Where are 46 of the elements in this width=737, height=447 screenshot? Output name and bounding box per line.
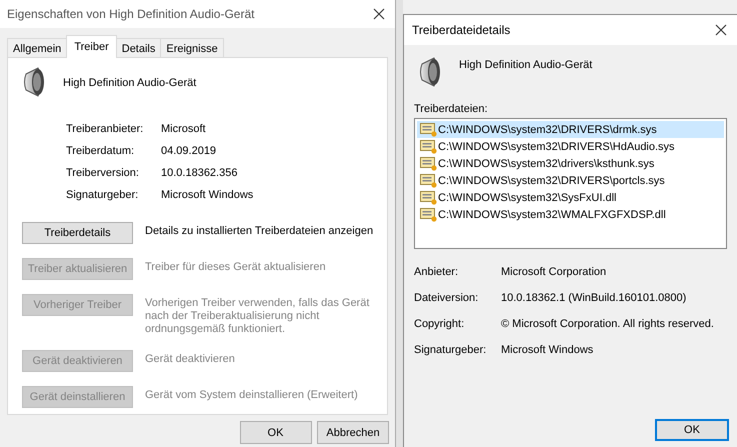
file-path[interactable]: C:\WINDOWS\system32\DRIVERS\portcls.sys bbox=[438, 174, 665, 188]
info-label: Anbieter: bbox=[414, 265, 460, 279]
device-name: High Definition Audio-Gerät bbox=[459, 58, 592, 72]
info-value: Microsoft bbox=[161, 122, 207, 136]
info-value: 10.0.18362.356 bbox=[161, 166, 238, 180]
info-label: Signaturgeber: bbox=[66, 188, 140, 202]
close-icon[interactable] bbox=[373, 8, 385, 20]
info-label: Treiberversion: bbox=[66, 166, 140, 180]
files-label: Treiberdateien: bbox=[414, 102, 489, 116]
action-description: Gerät deaktivieren bbox=[145, 352, 235, 366]
ok-button[interactable]: OK bbox=[240, 421, 312, 444]
info-value: 04.09.2019 bbox=[161, 144, 218, 158]
file-icon bbox=[420, 156, 437, 171]
file-icon bbox=[420, 207, 437, 222]
info-value: Microsoft Corporation bbox=[501, 265, 608, 279]
window-title: Eigenschaften von High Definition Audio-Gerät bbox=[7, 7, 254, 21]
file-icon bbox=[420, 173, 437, 188]
file-icon bbox=[420, 122, 437, 137]
info-label: Copyright: bbox=[414, 317, 466, 331]
ok-button[interactable]: OK bbox=[655, 419, 729, 441]
info-label: Dateiversion: bbox=[414, 291, 480, 305]
close-icon[interactable] bbox=[715, 24, 727, 36]
device-name: High Definition Audio-Gerät bbox=[63, 76, 196, 90]
file-path[interactable]: C:\WINDOWS\system32\WMALFXGFXDSP.dll bbox=[438, 208, 666, 222]
info-value: Microsoft Windows bbox=[161, 188, 254, 202]
info-label: Treiberanbieter: bbox=[66, 122, 144, 136]
file-icon bbox=[420, 190, 437, 205]
action-description: Vorherigen Treiber verwenden, falls das Gerät nach der Treiberaktualisierung nicht ordnungsgemäß funktioniert. bbox=[145, 296, 370, 336]
action-description: Details zu installierten Treiberdateien anzeigen bbox=[145, 224, 374, 238]
info-value: © Microsoft Corporation. All rights reserved. bbox=[501, 317, 715, 331]
info-label: Treiberdatum: bbox=[66, 144, 136, 158]
tab[interactable]: Allgemein bbox=[7, 38, 68, 58]
info-value: 10.0.18362.1 (WinBuild.160101.0800) bbox=[501, 291, 688, 305]
info-label: Signaturgeber: bbox=[414, 343, 488, 357]
action-description: Treiber für dieses Gerät aktualisieren bbox=[145, 260, 326, 274]
tab[interactable]: Treiber bbox=[66, 35, 117, 58]
tab[interactable]: Ereignisse bbox=[160, 38, 224, 58]
file-path[interactable]: C:\WINDOWS\system32\drivers\ksthunk.sys bbox=[438, 156, 654, 170]
file-icon bbox=[420, 139, 437, 154]
file-path[interactable]: C:\WINDOWS\system32\DRIVERS\HdAudio.sys bbox=[438, 140, 675, 154]
cancel-button[interactable]: Abbrechen bbox=[317, 421, 389, 444]
action-description: Gerät vom System deinstallieren (Erweitert) bbox=[145, 388, 358, 402]
file-path[interactable]: C:\WINDOWS\system32\SysFxUI.dll bbox=[438, 190, 616, 204]
info-value: Microsoft Windows bbox=[501, 343, 594, 357]
action-button[interactable]: Treiberdetails bbox=[22, 222, 133, 244]
window-title: Treiberdateidetails bbox=[412, 23, 510, 37]
